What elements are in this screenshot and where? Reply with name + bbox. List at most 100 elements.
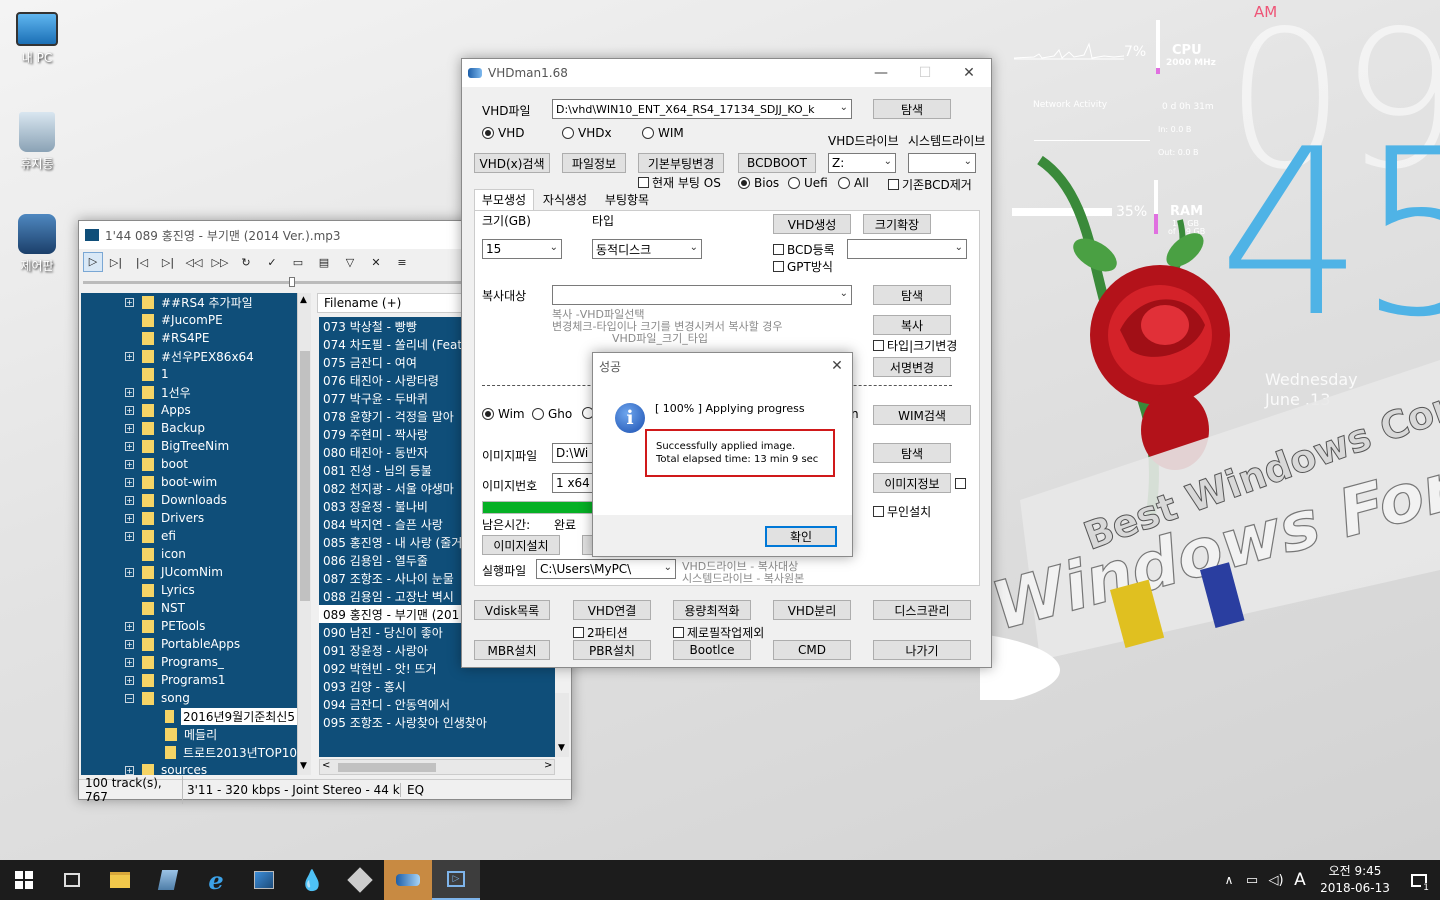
window-icon[interactable]: ▭ <box>285 256 311 269</box>
task-view-button[interactable] <box>48 860 96 900</box>
tree-scrollbar[interactable]: ▲ ▼ <box>297 293 311 775</box>
next-icon[interactable]: ▷| <box>155 256 181 269</box>
tree-subitem[interactable]: 트로트2013년TOP10 <box>81 743 297 761</box>
wim-search-button[interactable]: WIM검색 <box>873 405 971 425</box>
size-combo[interactable]: 15 ⌄ <box>482 239 562 259</box>
optimize-button[interactable]: 용량최적화 <box>673 600 751 620</box>
expand-toggle-icon[interactable]: + <box>125 459 134 469</box>
scroll-down-icon[interactable]: ▼ <box>300 761 307 771</box>
copy-button[interactable]: 복사 <box>873 315 951 335</box>
tree-item[interactable]: icon <box>81 545 297 563</box>
tree-item[interactable]: + Backup <box>81 419 297 437</box>
network-icon[interactable]: ▭ <box>1240 873 1264 888</box>
vhd-drive-combo[interactable]: Z: ⌄ <box>828 153 896 173</box>
tree-subitem[interactable]: 2016년9월기준최신5 <box>81 707 297 725</box>
desktop-icon-mypc[interactable]: 내 PC <box>6 12 68 66</box>
expand-toggle-icon[interactable]: + <box>125 477 134 487</box>
tree-item[interactable]: + Apps <box>81 401 297 419</box>
delete-icon[interactable]: ✕ <box>363 256 389 269</box>
tree-item[interactable]: + boot-wim <box>81 473 297 491</box>
signature-change-button[interactable]: 서명변경 <box>873 357 951 377</box>
vhd-detach-button[interactable]: VHD분리 <box>773 600 851 620</box>
exit-button[interactable]: 나가기 <box>873 640 971 660</box>
playlist-icon[interactable]: ▤ <box>311 256 337 269</box>
tree-item[interactable]: + Downloads <box>81 491 297 509</box>
filter-icon[interactable]: ▽ <box>337 256 363 269</box>
vdisk-list-button[interactable]: Vdisk목록 <box>474 600 550 620</box>
hscroll-right-icon[interactable]: > <box>544 760 552 771</box>
add-icon[interactable]: ✓ <box>259 256 285 269</box>
copy-browse-button[interactable]: 탐색 <box>873 285 951 305</box>
tree-item[interactable]: + efi <box>81 527 297 545</box>
tree-item[interactable]: + Programs_ <box>81 653 297 671</box>
expand-toggle-icon[interactable]: + <box>125 621 134 631</box>
tree-item[interactable]: + Drivers <box>81 509 297 527</box>
image-number-combo[interactable]: 1 x64 <box>552 473 596 493</box>
bcdboot-button[interactable]: BCDBOOT <box>738 153 816 173</box>
tree-item[interactable]: + ##RS4 추가파일 <box>81 293 297 311</box>
expand-toggle-icon[interactable]: − <box>125 693 134 703</box>
tree-item[interactable]: + BigTreeNim <box>81 437 297 455</box>
dialog-titlebar[interactable]: 성공 ✕ <box>593 353 852 379</box>
sys-drive-combo[interactable]: ⌄ <box>908 153 976 173</box>
ime-indicator[interactable]: A <box>1288 870 1312 890</box>
hscroll-thumb[interactable] <box>338 763 436 772</box>
taskbar-app1[interactable] <box>240 860 288 900</box>
type-size-change-checkbox[interactable]: 타입|크기변경 <box>873 337 957 354</box>
bootice-button[interactable]: Bootlce <box>673 640 751 660</box>
tree-scroll-thumb[interactable] <box>300 351 310 601</box>
start-button[interactable] <box>0 860 48 900</box>
expand-toggle-icon[interactable]: + <box>125 387 134 397</box>
volume-icon[interactable]: ◁) <box>1264 873 1288 888</box>
prev-icon[interactable]: |◁ <box>129 256 155 269</box>
vhd-create-button[interactable]: VHD생성 <box>773 214 851 234</box>
expand-toggle-icon[interactable]: + <box>125 423 134 433</box>
unattend-checkbox[interactable]: 무인설치 <box>873 503 931 520</box>
tree-item[interactable]: NST <box>81 599 297 617</box>
forward-icon[interactable]: ▷▷ <box>207 256 233 269</box>
expand-toggle-icon[interactable]: + <box>125 531 134 541</box>
tree-subitem[interactable]: 메들리 <box>81 725 297 743</box>
taskbar-ie[interactable]: e <box>192 860 240 900</box>
radio-all[interactable]: All <box>838 176 869 190</box>
bcd-register-checkbox[interactable]: BCD등록 <box>773 241 835 258</box>
taskbar-app3[interactable] <box>336 860 384 900</box>
expand-toggle-icon[interactable]: + <box>125 513 134 523</box>
cmd-button[interactable]: CMD <box>773 640 851 660</box>
radio-uefi[interactable]: Uefi <box>788 176 828 190</box>
taskbar-vhdman[interactable] <box>384 860 432 900</box>
two-partition-checkbox[interactable]: 2파티션 <box>573 624 628 641</box>
dialog-close-icon[interactable]: ✕ <box>822 353 852 379</box>
desktop-icon-recycle[interactable]: 휴지통 <box>6 112 68 172</box>
gpt-checkbox[interactable]: GPT방식 <box>773 258 833 275</box>
tree-item[interactable]: Lyrics <box>81 581 297 599</box>
expand-toggle-icon[interactable]: + <box>125 297 134 307</box>
action-center-button[interactable]: 1 <box>1398 860 1440 900</box>
tree-item[interactable]: + PETools <box>81 617 297 635</box>
expand-toggle-icon[interactable]: + <box>125 441 134 451</box>
vhd-attach-button[interactable]: VHD연결 <box>573 600 651 620</box>
tree-item[interactable]: + Programs1 <box>81 671 297 689</box>
tree-item[interactable]: + JUcomNim <box>81 563 297 581</box>
zero-fill-exclude-checkbox[interactable]: 제로필작업제외 <box>673 624 764 641</box>
repeat-icon[interactable]: ↻ <box>233 256 259 269</box>
seek-slider[interactable] <box>83 281 463 284</box>
minimize-icon[interactable]: — <box>859 58 903 88</box>
status-eq[interactable]: EQ <box>401 783 424 797</box>
tab-boot-entries[interactable]: 부팅항목 <box>598 192 656 211</box>
radio-bios[interactable]: Bios <box>738 176 779 190</box>
type-combo[interactable]: 동적디스크 ⌄ <box>592 239 702 259</box>
playlist-row[interactable]: 093 김양 - 홍시 <box>319 677 555 695</box>
desktop-icon-control[interactable]: 제어판 <box>6 214 68 274</box>
taskbar-player[interactable]: ▷ <box>432 860 480 900</box>
tree-item[interactable]: + sources <box>81 761 297 775</box>
image-file-combo[interactable]: D:\Wi <box>552 443 596 463</box>
taskbar-notepad[interactable] <box>144 860 192 900</box>
close-icon[interactable]: ✕ <box>947 58 991 88</box>
expand-toggle-icon[interactable]: + <box>125 495 134 505</box>
expand-toggle-icon[interactable]: + <box>125 657 134 667</box>
play-icon[interactable]: ▷ <box>83 252 103 272</box>
radio-vhdx[interactable]: VHDx <box>562 126 612 140</box>
tray-clock[interactable]: 오전 9:45 2018-06-13 <box>1312 863 1398 897</box>
tree-item[interactable]: #JucomPE <box>81 311 297 329</box>
